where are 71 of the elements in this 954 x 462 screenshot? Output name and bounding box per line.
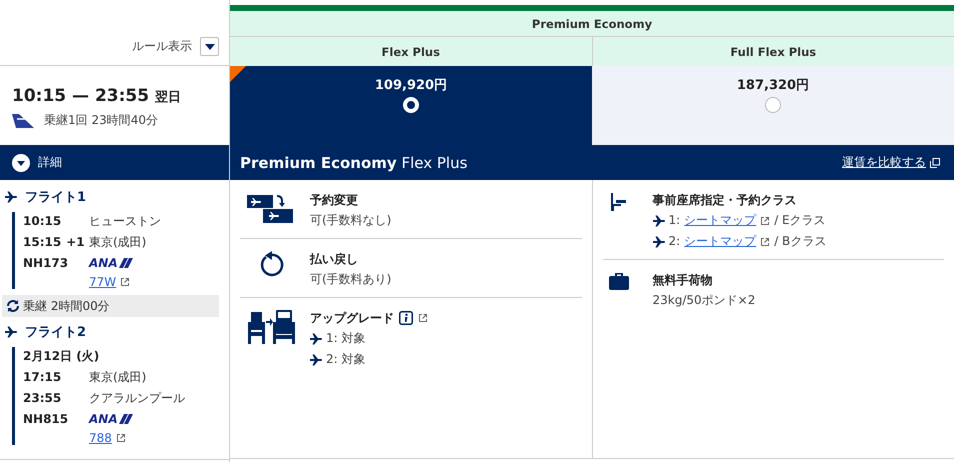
connection-summary: 乗継1回 23時間40分 bbox=[44, 112, 158, 129]
external-link-icon[interactable] bbox=[760, 236, 770, 246]
feature-value: / Bクラス bbox=[774, 233, 826, 250]
rules-dropdown-button[interactable] bbox=[200, 37, 219, 56]
airline-logo: ANA bbox=[89, 254, 133, 272]
feature-title: 事前座席指定・予約クラス bbox=[652, 192, 796, 208]
suitcase-icon bbox=[608, 272, 628, 290]
flight-heading: フライト2 bbox=[25, 324, 86, 341]
info-icon[interactable] bbox=[399, 311, 413, 325]
plane-icon bbox=[5, 326, 17, 338]
flight-number: NH815 bbox=[23, 411, 70, 428]
ticket-change-icon bbox=[247, 192, 295, 224]
feature-value: 可(手数料あり) bbox=[310, 271, 392, 288]
aircraft-link[interactable]: 788 bbox=[89, 431, 112, 445]
feature-title: 払い戻し bbox=[310, 251, 358, 267]
external-link-icon[interactable] bbox=[116, 433, 126, 443]
connection-time: 乗継 2時間00分 bbox=[23, 298, 110, 314]
flight-times: 10:15 — 23:55 bbox=[12, 86, 150, 106]
plane-icon bbox=[652, 236, 664, 248]
flight-number: 1: bbox=[668, 212, 680, 229]
seat-icon bbox=[608, 192, 626, 212]
feature-value: 対象 bbox=[342, 330, 366, 347]
fare-option[interactable]: 109,920円 bbox=[230, 66, 592, 145]
fare-option[interactable]: 187,320円 bbox=[592, 66, 954, 145]
airport-name: クアラルンプール bbox=[89, 390, 185, 407]
flight-time: 17:15 bbox=[23, 369, 62, 386]
next-day-label: 翌日 bbox=[155, 89, 182, 106]
feature-value: 23kg/50ポンド×2 bbox=[652, 292, 756, 309]
feature-value: 対象 bbox=[342, 351, 366, 368]
flight-heading: フライト1 bbox=[25, 189, 86, 206]
airport-name: 東京(成田) bbox=[89, 234, 146, 251]
flight-number: NH173 bbox=[23, 255, 70, 272]
flight-time: 10:15 bbox=[23, 213, 62, 230]
aircraft-link[interactable]: 77W bbox=[89, 275, 116, 289]
plane-icon bbox=[310, 332, 322, 344]
seat-map-link[interactable]: シートマップ bbox=[684, 233, 756, 250]
feature-title: 無料手荷物 bbox=[652, 272, 712, 288]
fare-name: Flex Plus bbox=[230, 37, 592, 66]
external-link-icon[interactable] bbox=[418, 313, 428, 323]
external-link-icon[interactable] bbox=[760, 216, 770, 226]
seat-map-link[interactable]: シートマップ bbox=[684, 212, 756, 229]
day-offset: +1 bbox=[66, 234, 85, 251]
flight-number: 2: bbox=[668, 233, 680, 250]
connection-icon bbox=[6, 299, 20, 313]
feature-title: アップグレード bbox=[310, 310, 394, 326]
flight-time: 23:55 bbox=[23, 390, 62, 407]
flight-number: 1: bbox=[326, 330, 338, 347]
airline-tail-icon bbox=[12, 114, 34, 128]
compare-fares-link[interactable]: 運賃を比較する bbox=[842, 154, 926, 171]
flight-number: 2: bbox=[326, 351, 338, 368]
plane-icon bbox=[310, 354, 322, 366]
chevron-icon bbox=[12, 154, 30, 172]
new-window-icon[interactable] bbox=[930, 158, 940, 168]
feature-title: 予約変更 bbox=[310, 192, 358, 208]
rules-label: ルール表示 bbox=[132, 38, 192, 55]
flight-time: 15:15 bbox=[23, 234, 62, 251]
plane-icon bbox=[652, 214, 664, 226]
fare-detail-title: Premium Economy Flex Plus bbox=[240, 154, 468, 172]
seat-upgrade-icon bbox=[247, 310, 295, 344]
fare-name: Full Flex Plus bbox=[592, 37, 954, 66]
feature-value: 可(手数料なし) bbox=[310, 212, 392, 229]
cabin-header: Premium Economy bbox=[230, 11, 954, 37]
caret-icon bbox=[204, 44, 214, 50]
feature-value: / Eクラス bbox=[774, 212, 826, 229]
flight-date: 2月12日 (火) bbox=[23, 348, 100, 365]
plane-icon bbox=[5, 191, 17, 203]
details-toggle[interactable]: 詳細 bbox=[0, 145, 229, 180]
external-link-icon[interactable] bbox=[120, 277, 130, 287]
airline-logo: ANA bbox=[89, 410, 133, 428]
airport-name: ヒューストン bbox=[89, 213, 161, 230]
airport-name: 東京(成田) bbox=[89, 369, 146, 386]
